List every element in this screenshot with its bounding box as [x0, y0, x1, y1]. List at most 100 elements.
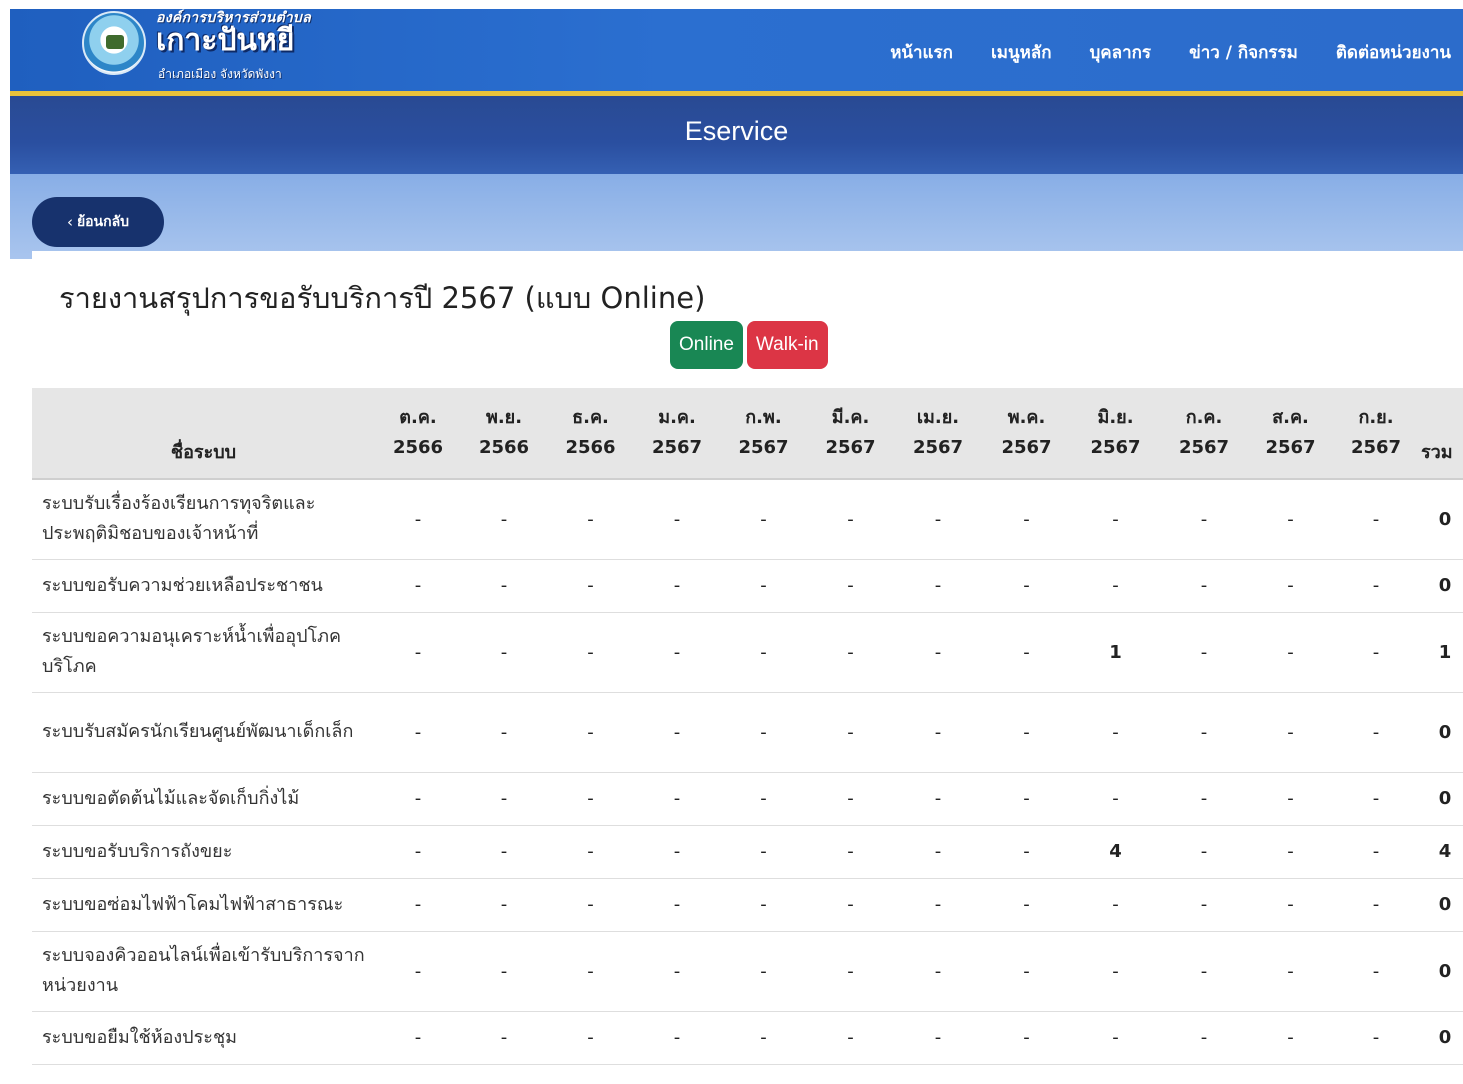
month-value-cell: -: [547, 772, 634, 826]
month-value-cell: -: [1160, 612, 1248, 693]
year-label: 2567: [1350, 437, 1402, 458]
table-row: ระบบขอยืมใช้ห้องประชุม - - - - - - - - - - - -0: [32, 1011, 1463, 1065]
summary-label: รวม: [32, 1064, 375, 1084]
row-total-cell: 4: [1419, 825, 1463, 879]
table-row: ระบบขอความอนุเคราะห์น้ำเพื่ออุปโภคบริโภค…: [32, 612, 1463, 693]
month-value-cell: -: [720, 612, 807, 693]
column-header-month: ธ.ค. 2566: [547, 388, 634, 480]
month-value-cell: -: [1333, 931, 1419, 1012]
column-header-month: ม.ค. 2567: [634, 388, 720, 480]
row-total-cell: 0: [1419, 931, 1463, 1012]
logo-main-text[interactable]: เกาะปันหยี: [156, 23, 294, 59]
month-value-cell: -: [634, 772, 720, 826]
summary-month-cell: 0: [634, 1064, 720, 1084]
nav-news-activities[interactable]: ข่าว / กิจกรรม: [1189, 39, 1298, 67]
month-value-cell: -: [720, 825, 807, 879]
month-value-cell: 1: [1071, 612, 1160, 693]
table-row: ระบบขอรับความช่วยเหลือประชาชน - - - - - - - - - - -…: [32, 559, 1463, 613]
system-name-cell: ระบบขอซ่อมไฟฟ้าโคมไฟฟ้าสาธารณะ: [32, 878, 375, 932]
month-value-cell: -: [634, 692, 720, 773]
system-name-cell: ระบบรับเรื่องร้องเรียนการทุจริตและประพฤต…: [32, 479, 375, 560]
mode-toggle-group: Online Walk-in: [670, 321, 828, 369]
month-label: ธ.ค.: [572, 407, 609, 428]
summary-month-cell: 0: [807, 1064, 894, 1084]
back-button[interactable]: ‹ ย้อนกลับ: [32, 197, 164, 247]
back-button-label: ย้อนกลับ: [76, 214, 130, 230]
online-button[interactable]: Online: [670, 321, 743, 369]
month-value-cell: -: [1160, 1011, 1248, 1065]
organization-emblem-icon[interactable]: [82, 11, 146, 75]
month-value-cell: -: [547, 931, 634, 1012]
month-value-cell: -: [547, 612, 634, 693]
month-value-cell: -: [1071, 559, 1160, 613]
column-header-month: เม.ย. 2567: [894, 388, 982, 480]
month-value-cell: -: [634, 825, 720, 879]
column-header-month: ก.ย. 2567: [1333, 388, 1419, 480]
back-area: ‹ ย้อนกลับ: [10, 174, 1463, 259]
month-value-cell: -: [1160, 559, 1248, 613]
month-value-cell: -: [982, 772, 1071, 826]
month-label: เม.ย.: [916, 407, 960, 428]
nav-personnel[interactable]: บุคลากร: [1090, 39, 1152, 67]
year-label: 2567: [1265, 437, 1316, 458]
month-value-cell: -: [894, 692, 982, 773]
month-value-cell: -: [807, 878, 894, 932]
month-value-cell: -: [547, 479, 634, 560]
nav-home[interactable]: หน้าแรก: [890, 39, 953, 67]
month-label: ก.ค.: [1185, 407, 1223, 428]
walkin-button[interactable]: Walk-in: [746, 321, 828, 369]
summary-month-cell: 5: [1071, 1064, 1160, 1084]
month-value-cell: -: [375, 825, 461, 879]
year-label: 2567: [738, 437, 789, 458]
month-value-cell: -: [461, 1011, 547, 1065]
column-header-system-name: ชื่อระบบ: [32, 388, 375, 480]
nav-contact[interactable]: ติดต่อหน่วยงาน: [1336, 39, 1451, 67]
month-value-cell: -: [894, 825, 982, 879]
summary-total-cell: 5: [1419, 1064, 1463, 1084]
month-value-cell: -: [982, 479, 1071, 560]
month-value-cell: -: [1248, 772, 1333, 826]
summary-row: รวม0000000050005: [32, 1064, 1463, 1084]
year-label: 2567: [1178, 437, 1230, 458]
page-banner: Eservice: [10, 96, 1463, 174]
chevron-left-icon: ‹: [66, 213, 73, 231]
row-total-cell: 0: [1419, 692, 1463, 773]
report-title: รายงานสรุปการขอรับบริการปี 2567 (แบบ Onl…: [59, 281, 706, 315]
month-value-cell: -: [720, 479, 807, 560]
month-value-cell: -: [1160, 825, 1248, 879]
month-value-cell: -: [720, 1011, 807, 1065]
summary-month-cell: 0: [720, 1064, 807, 1084]
system-name-cell: ระบบขอยืมใช้ห้องประชุม: [32, 1011, 375, 1065]
month-value-cell: -: [720, 878, 807, 932]
system-name-cell: ระบบจองคิวออนไลน์เพื่อเข้ารับบริการจากหน…: [32, 931, 375, 1012]
month-value-cell: -: [634, 479, 720, 560]
report-table: ชื่อระบบ ต.ค. 2566 พ.ย. 2566 ธ.ค. 2566 ม.ค.…: [32, 388, 1463, 1084]
month-value-cell: -: [1248, 825, 1333, 879]
summary-month-cell: 0: [894, 1064, 982, 1084]
page-title: Eservice: [684, 116, 789, 146]
row-total-cell: 0: [1419, 479, 1463, 560]
month-value-cell: -: [461, 878, 547, 932]
month-value-cell: -: [1333, 772, 1419, 826]
month-value-cell: -: [1071, 878, 1160, 932]
table-row: ระบบรับเรื่องร้องเรียนการทุจริตและประพฤต…: [32, 479, 1463, 560]
system-name-cell: ระบบรับสมัครนักเรียนศูนย์พัฒนาเด็กเล็ก: [32, 692, 375, 773]
column-header-month: พ.ย. 2566: [461, 388, 547, 480]
table-row: ระบบขอซ่อมไฟฟ้าโคมไฟฟ้าสาธารณะ - - - - - - - - - -…: [32, 878, 1463, 932]
report-table-body: ระบบรับเรื่องร้องเรียนการทุจริตและประพฤต…: [32, 479, 1463, 1084]
month-value-cell: -: [982, 692, 1071, 773]
summary-month-cell: 0: [982, 1064, 1071, 1084]
month-value-cell: -: [894, 1011, 982, 1065]
system-name-cell: ระบบขอความอนุเคราะห์น้ำเพื่ออุปโภคบริโภค: [32, 612, 375, 693]
month-value-cell: -: [547, 1011, 634, 1065]
column-header-month: ก.พ. 2567: [720, 388, 807, 480]
nav-main-menu[interactable]: เมนูหลัก: [991, 39, 1052, 67]
column-header-month: พ.ค. 2567: [982, 388, 1071, 480]
month-value-cell: -: [634, 559, 720, 613]
month-value-cell: -: [547, 559, 634, 613]
month-value-cell: -: [1160, 692, 1248, 773]
month-value-cell: -: [894, 479, 982, 560]
month-value-cell: -: [720, 559, 807, 613]
month-label: ม.ค.: [658, 407, 696, 428]
month-value-cell: -: [547, 878, 634, 932]
